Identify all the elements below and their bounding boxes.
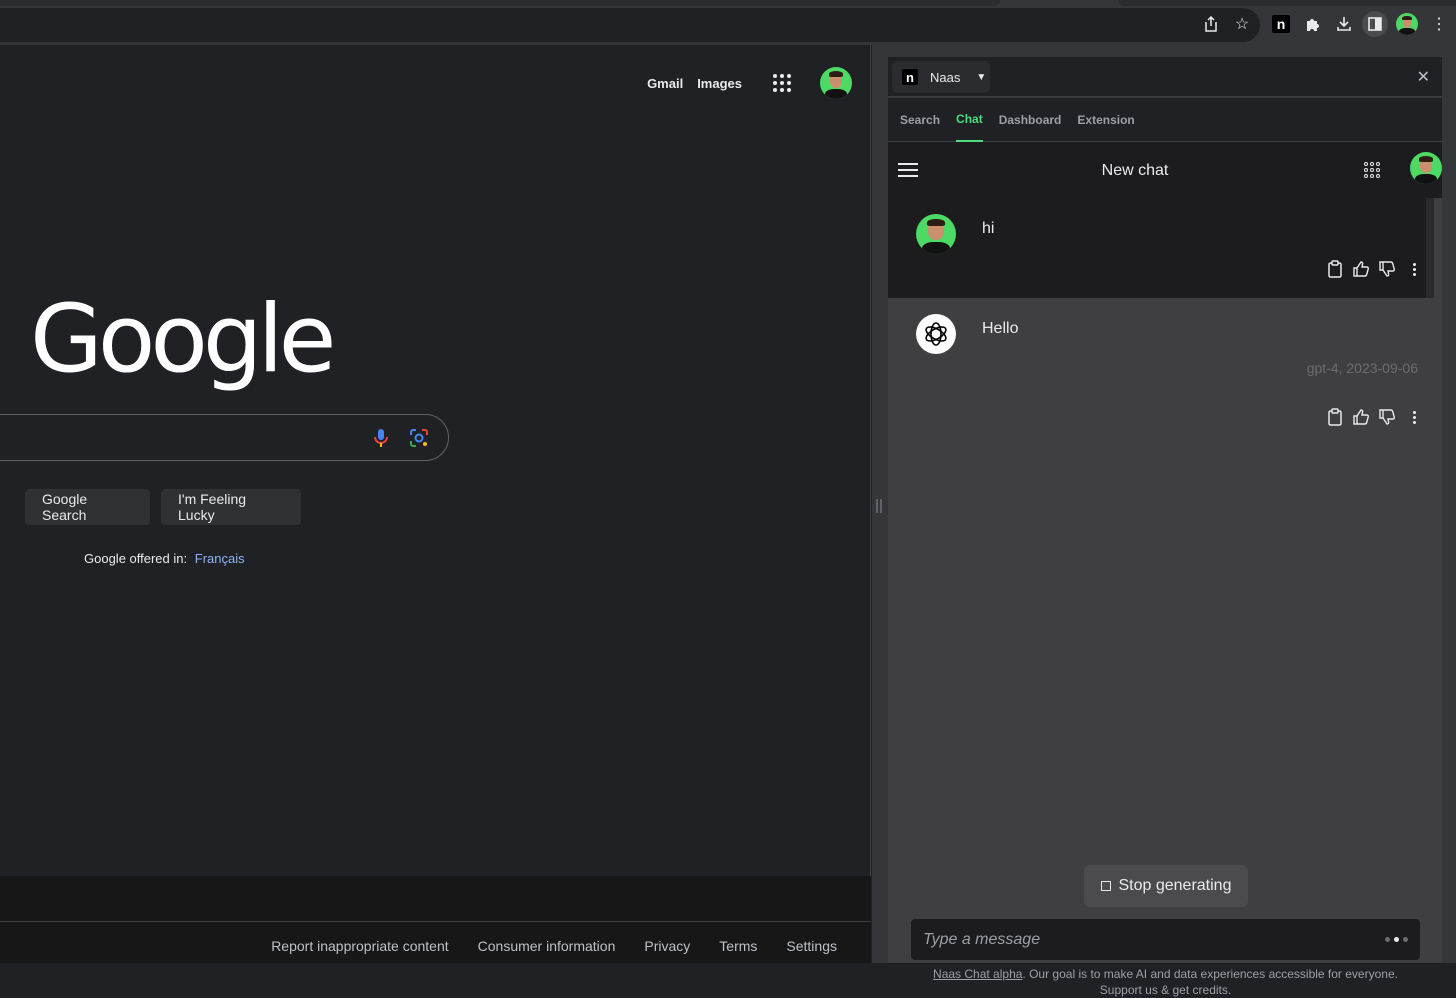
lens-search-icon[interactable] bbox=[408, 427, 430, 449]
apps-icon[interactable] bbox=[1364, 162, 1380, 178]
side-panel-icon[interactable] bbox=[1362, 11, 1388, 37]
assistant-message: Hello gpt-4, 2023-09-06 bbox=[888, 298, 1434, 438]
more-vert-icon[interactable] bbox=[1408, 262, 1420, 276]
google-homepage: Gmail Images Google Google Search I'm Fe… bbox=[0, 45, 871, 963]
tab-dashboard[interactable]: Dashboard bbox=[999, 98, 1062, 142]
tab-chat[interactable]: Chat bbox=[956, 98, 983, 142]
message-text: Hello bbox=[982, 320, 1019, 337]
tab-strip bbox=[0, 0, 1000, 6]
tab-strip-right bbox=[1118, 0, 1456, 6]
google-footer: Report inappropriate content Consumer in… bbox=[0, 876, 871, 963]
scrollbar[interactable] bbox=[1426, 198, 1434, 298]
download-icon[interactable] bbox=[1331, 11, 1357, 37]
google-apps-icon[interactable] bbox=[770, 71, 794, 95]
address-bar[interactable] bbox=[0, 8, 1260, 42]
language-link[interactable]: Français bbox=[195, 551, 245, 566]
share-icon[interactable] bbox=[1198, 11, 1224, 37]
footer-link-report[interactable]: Report inappropriate content bbox=[271, 938, 448, 954]
extension-name: Naas bbox=[930, 69, 961, 85]
message-text: hi bbox=[982, 220, 995, 237]
google-search-button[interactable]: Google Search bbox=[25, 489, 150, 525]
thumbs-down-icon[interactable] bbox=[1378, 260, 1396, 278]
star-icon[interactable]: ☆ bbox=[1229, 11, 1255, 37]
footer-link-privacy[interactable]: Privacy bbox=[644, 938, 690, 954]
typing-indicator bbox=[1385, 937, 1408, 942]
copy-icon[interactable] bbox=[1326, 408, 1344, 426]
more-vert-icon[interactable] bbox=[1408, 410, 1420, 424]
footer-link-terms[interactable]: Terms bbox=[719, 938, 757, 954]
side-panel: n Naas ▼ ✕ Search Chat Dashboard Extensi… bbox=[872, 45, 1456, 997]
search-input[interactable] bbox=[0, 414, 449, 461]
voice-search-icon[interactable] bbox=[370, 427, 392, 449]
message-composer bbox=[911, 919, 1420, 960]
side-panel-header: n Naas ▼ ✕ bbox=[888, 57, 1442, 97]
stop-generating-button[interactable]: Stop generating bbox=[1084, 865, 1248, 907]
feeling-lucky-button[interactable]: I'm Feeling Lucky bbox=[161, 489, 301, 525]
openai-logo-icon bbox=[916, 314, 956, 354]
footer-link-consumer[interactable]: Consumer information bbox=[478, 938, 616, 954]
close-icon[interactable]: ✕ bbox=[1417, 67, 1430, 87]
footer-link-settings[interactable]: Settings bbox=[786, 938, 837, 954]
language-offer: Google offered in: Français bbox=[84, 551, 245, 566]
message-actions bbox=[1326, 408, 1420, 426]
tab-search[interactable]: Search bbox=[900, 98, 940, 142]
thumbs-up-icon[interactable] bbox=[1352, 260, 1370, 278]
stop-generating-label: Stop generating bbox=[1118, 877, 1232, 894]
browser-toolbar: ☆ n ⋮ bbox=[0, 0, 1456, 45]
naas-extension-icon[interactable]: n bbox=[1272, 15, 1290, 33]
language-offer-label: Google offered in: bbox=[84, 551, 188, 566]
caret-down-icon: ▼ bbox=[976, 71, 987, 83]
naas-app: Search Chat Dashboard Extension New chat… bbox=[888, 98, 1442, 997]
message-meta: gpt-4, 2023-09-06 bbox=[1306, 360, 1418, 376]
footer-divider bbox=[0, 921, 871, 922]
disclaimer-text: . Our goal is to make AI and data experi… bbox=[1022, 967, 1398, 997]
copy-icon[interactable] bbox=[1326, 260, 1344, 278]
naas-chat-alpha-link[interactable]: Naas Chat alpha bbox=[933, 967, 1022, 981]
disclaimer: Naas Chat alpha. Our goal is to make AI … bbox=[911, 966, 1420, 998]
gmail-link[interactable]: Gmail bbox=[647, 76, 683, 91]
user-message-avatar bbox=[916, 214, 956, 254]
user-avatar[interactable] bbox=[1410, 152, 1442, 184]
thumbs-down-icon[interactable] bbox=[1378, 408, 1396, 426]
images-link[interactable]: Images bbox=[697, 76, 742, 91]
stop-icon bbox=[1100, 881, 1111, 891]
puzzle-icon[interactable] bbox=[1300, 11, 1326, 37]
tab-extension[interactable]: Extension bbox=[1077, 98, 1134, 142]
message-list: hi Hello gpt-4, 2023-09-06 Stop generati… bbox=[888, 198, 1442, 997]
naas-logo-icon: n bbox=[902, 69, 918, 85]
message-actions bbox=[1326, 260, 1420, 278]
user-message: hi bbox=[888, 198, 1434, 298]
chat-title: New chat bbox=[1101, 162, 1169, 179]
thumbs-up-icon[interactable] bbox=[1352, 408, 1370, 426]
message-input[interactable] bbox=[911, 919, 1371, 960]
chat-header: New chat bbox=[888, 142, 1442, 198]
extension-selector[interactable]: n Naas ▼ bbox=[892, 61, 990, 93]
profile-avatar[interactable] bbox=[1394, 11, 1420, 37]
nav-tabs: Search Chat Dashboard Extension bbox=[888, 98, 1442, 142]
resize-handle[interactable] bbox=[876, 499, 882, 513]
google-logo: Google bbox=[30, 285, 336, 394]
account-avatar[interactable] bbox=[820, 67, 852, 99]
google-top-bar: Gmail Images bbox=[647, 67, 852, 99]
more-vert-icon[interactable]: ⋮ bbox=[1426, 11, 1452, 37]
